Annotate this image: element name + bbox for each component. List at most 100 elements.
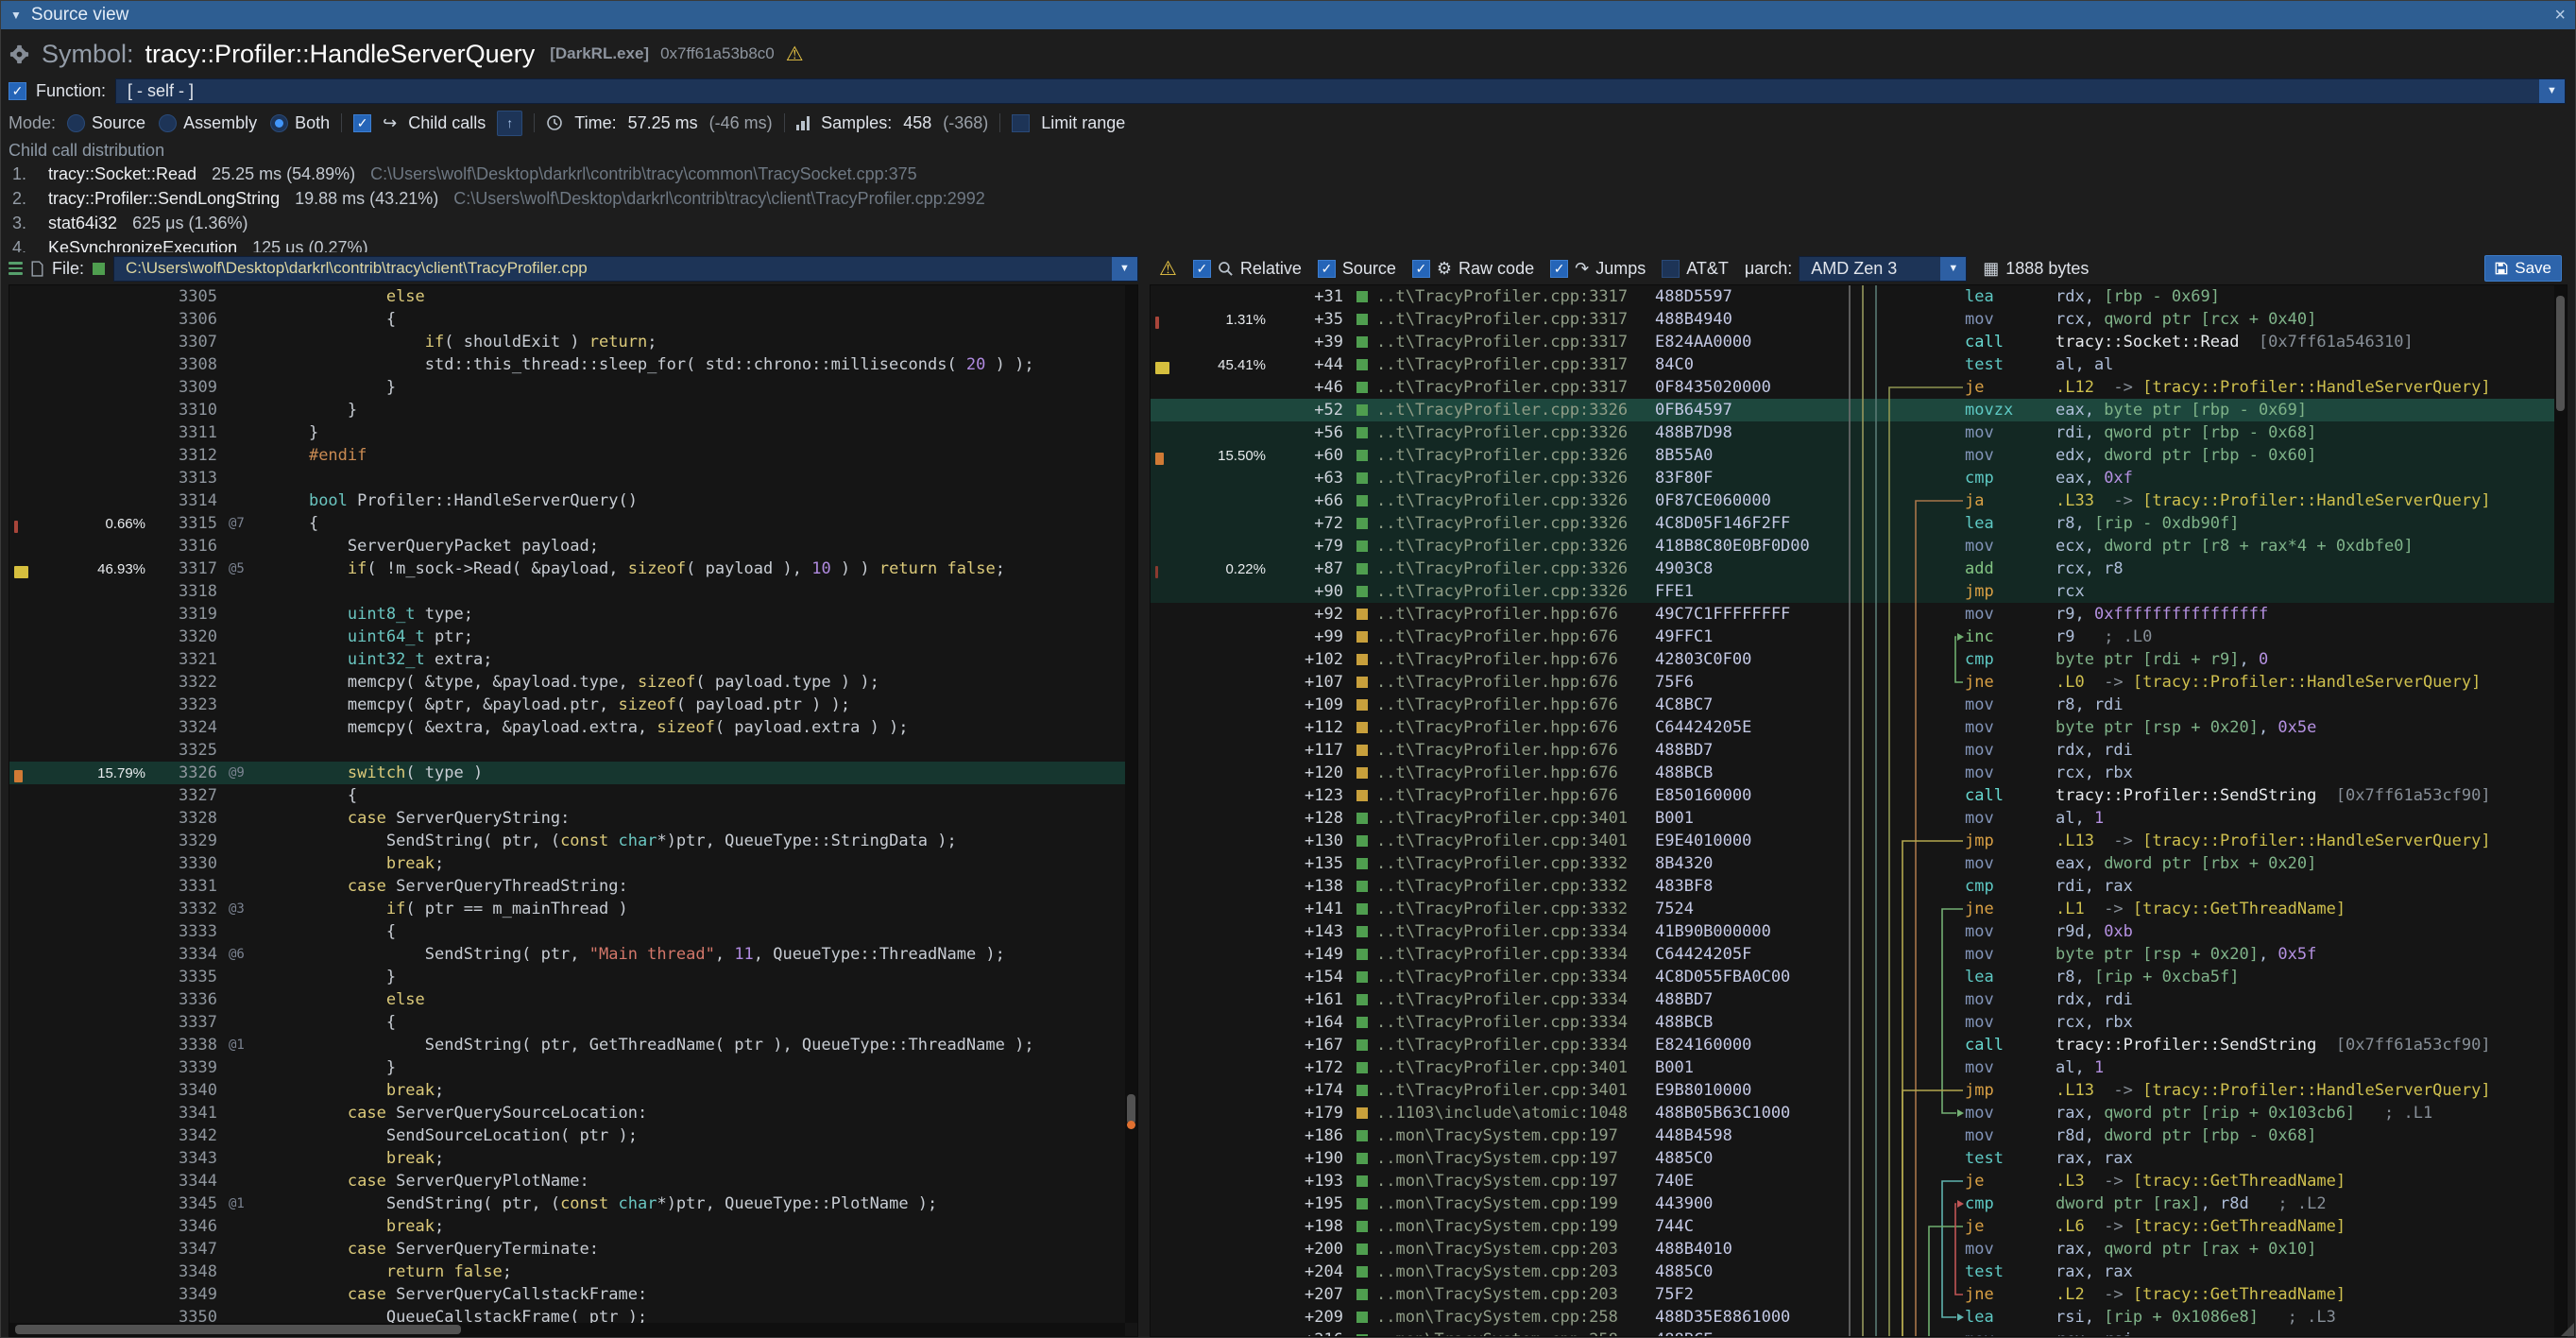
save-button[interactable]: Save — [2484, 255, 2562, 282]
source-line[interactable]: 3321 uint32_t extra; — [9, 648, 1125, 671]
source-line[interactable]: 3332@3 if( ptr == m_mainThread ) — [9, 898, 1125, 920]
asm-row[interactable]: +138..t\TracyProfiler.cpp:3332483BF8cmpr… — [1151, 875, 2554, 898]
source-location[interactable]: ..t\TracyProfiler.cpp:3326 — [1343, 401, 1655, 420]
asm-row[interactable]: +128..t\TracyProfiler.cpp:3401B001moval,… — [1151, 807, 2554, 830]
source-line[interactable]: 3328 case ServerQueryString: — [9, 807, 1125, 830]
asm-row[interactable]: +56..t\TracyProfiler.cpp:3326488B7D98mov… — [1151, 421, 2554, 444]
file-list-icon[interactable] — [9, 262, 23, 275]
source-location[interactable]: ..t\TracyProfiler.cpp:3326 — [1343, 491, 1655, 510]
collapse-icon[interactable]: ▼ — [10, 9, 22, 22]
asm-row[interactable]: +135..t\TracyProfiler.cpp:33328B4320move… — [1151, 852, 2554, 875]
asm-row[interactable]: +130..t\TracyProfiler.cpp:3401E9E4010000… — [1151, 830, 2554, 852]
source-location[interactable]: ..t\TracyProfiler.cpp:3326 — [1343, 469, 1655, 488]
asm-row[interactable]: +198..mon\TracySystem.cpp:199744Cje.L6 -… — [1151, 1215, 2554, 1238]
asm-row[interactable]: +167..t\TracyProfiler.cpp:3334E824160000… — [1151, 1034, 2554, 1056]
asm-row[interactable]: +204..mon\TracySystem.cpp:2034885C0testr… — [1151, 1261, 2554, 1283]
source-vertical-scrollbar[interactable] — [1125, 285, 1137, 1323]
source-location[interactable]: ..t\TracyProfiler.cpp:3401 — [1343, 832, 1655, 850]
file-dropdown[interactable]: C:\Users\wolf\Desktop\darkrl\contrib\tra… — [113, 256, 1138, 282]
source-location[interactable]: ..t\TracyProfiler.cpp:3334 — [1343, 1013, 1655, 1032]
asm-row[interactable]: 45.41%+44..t\TracyProfiler.cpp:331784C0t… — [1151, 353, 2554, 376]
child-call-entry[interactable]: 3.stat64i32625 μs (1.36%) — [9, 211, 2567, 235]
source-location[interactable]: ..mon\TracySystem.cpp:203 — [1343, 1285, 1655, 1304]
hot-line-marker[interactable] — [1127, 1121, 1135, 1129]
source-location[interactable]: ..t\TracyProfiler.cpp:3334 — [1343, 990, 1655, 1009]
source-line[interactable]: 3340 break; — [9, 1079, 1125, 1102]
radio-icon[interactable] — [270, 114, 288, 132]
source-line[interactable]: 3318 — [9, 580, 1125, 603]
asm-row[interactable]: +117..t\TracyProfiler.hpp:676488BD7movrd… — [1151, 739, 2554, 762]
source-line[interactable]: 3323 memcpy( &ptr, &payload.ptr, sizeof(… — [9, 694, 1125, 716]
source-line[interactable]: 3314 bool Profiler::HandleServerQuery() — [9, 489, 1125, 512]
source-location[interactable]: ..t\TracyProfiler.cpp:3401 — [1343, 1058, 1655, 1077]
source-line[interactable]: 3313 — [9, 467, 1125, 489]
source-line[interactable]: 3324 memcpy( &extra, &payload.extra, siz… — [9, 716, 1125, 739]
source-location[interactable]: ..mon\TracySystem.cpp:199 — [1343, 1194, 1655, 1213]
asm-row[interactable]: +102..t\TracyProfiler.hpp:67642803C0F00c… — [1151, 648, 2554, 671]
source-location[interactable]: ..mon\TracySystem.cpp:199 — [1343, 1217, 1655, 1236]
source-line[interactable]: 3335 } — [9, 966, 1125, 988]
asm-row[interactable]: +99..t\TracyProfiler.hpp:67649FFC1incr9 … — [1151, 626, 2554, 648]
asm-row[interactable]: +143..t\TracyProfiler.cpp:333441B90B0000… — [1151, 920, 2554, 943]
source-location[interactable]: ..t\TracyProfiler.hpp:676 — [1343, 718, 1655, 737]
source-line[interactable]: 3327 { — [9, 784, 1125, 807]
source-line[interactable]: 3341 case ServerQuerySourceLocation: — [9, 1102, 1125, 1124]
source-line[interactable]: 3349 case ServerQueryCallstackFrame: — [9, 1283, 1125, 1306]
source-location[interactable]: ..t\TracyProfiler.hpp:676 — [1343, 695, 1655, 714]
source-line[interactable]: 3344 case ServerQueryPlotName: — [9, 1170, 1125, 1192]
source-location[interactable]: ..t\TracyProfiler.cpp:3332 — [1343, 854, 1655, 873]
source-location[interactable]: ..t\TracyProfiler.cpp:3326 — [1343, 537, 1655, 556]
source-location[interactable]: ..1103\include\atomic:1048 — [1343, 1104, 1655, 1123]
source-checkbox[interactable]: ✓ — [1318, 260, 1336, 278]
source-location[interactable]: ..t\TracyProfiler.cpp:3332 — [1343, 877, 1655, 896]
uarch-dropdown[interactable]: AMD Zen 3 ▼ — [1799, 256, 1967, 282]
asm-row[interactable]: +154..t\TracyProfiler.cpp:33344C8D055FBA… — [1151, 966, 2554, 988]
source-line[interactable]: 3329 SendString( ptr, (const char*)ptr, … — [9, 830, 1125, 852]
source-location[interactable]: ..mon\TracySystem.cpp:258 — [1343, 1308, 1655, 1327]
source-line[interactable]: 3342 SendSourceLocation( ptr ); — [9, 1124, 1125, 1147]
source-line[interactable]: 3310 } — [9, 399, 1125, 421]
asm-row[interactable]: +112..t\TracyProfiler.hpp:676C64424205Em… — [1151, 716, 2554, 739]
source-line[interactable]: 15.79%3326@9 switch( type ) — [9, 762, 1125, 784]
att-checkbox[interactable] — [1662, 260, 1680, 278]
source-line[interactable]: 3348 return false; — [9, 1261, 1125, 1283]
source-line[interactable]: 3343 break; — [9, 1147, 1125, 1170]
titlebar[interactable]: ▼ Source view × — [1, 1, 2575, 29]
source-location[interactable]: ..mon\TracySystem.cpp:203 — [1343, 1262, 1655, 1281]
source-line[interactable]: 3316 ServerQueryPacket payload; — [9, 535, 1125, 558]
scrollbar-thumb[interactable] — [2556, 296, 2565, 411]
rawcode-checkbox[interactable]: ✓ — [1412, 260, 1430, 278]
source-location[interactable]: ..t\TracyProfiler.hpp:676 — [1343, 605, 1655, 624]
source-line[interactable]: 3319 uint8_t type; — [9, 603, 1125, 626]
source-line[interactable]: 3330 break; — [9, 852, 1125, 875]
source-line[interactable]: 3346 break; — [9, 1215, 1125, 1238]
asm-row[interactable]: +120..t\TracyProfiler.hpp:676488BCBmovrc… — [1151, 762, 2554, 784]
source-line[interactable]: 3308 std::this_thread::sleep_for( std::c… — [9, 353, 1125, 376]
assembly-vertical-scrollbar[interactable] — [2554, 285, 2567, 1336]
asm-row[interactable]: +174..t\TracyProfiler.cpp:3401E9B8010000… — [1151, 1079, 2554, 1102]
asm-row[interactable]: +31..t\TracyProfiler.cpp:3317488D5597lea… — [1151, 285, 2554, 308]
asm-row[interactable]: +179..1103\include\atomic:1048488B05B63C… — [1151, 1102, 2554, 1124]
radio-icon[interactable] — [67, 114, 85, 132]
source-location[interactable]: ..t\TracyProfiler.cpp:3334 — [1343, 922, 1655, 941]
child-call-entry[interactable]: 4.KeSynchronizeExecution125 μs (0.27%) — [9, 235, 2567, 252]
source-line[interactable]: 3322 memcpy( &type, &payload.type, sizeo… — [9, 671, 1125, 694]
source-location[interactable]: ..t\TracyProfiler.hpp:676 — [1343, 741, 1655, 760]
source-line[interactable]: 3338@1 SendString( ptr, GetThreadName( p… — [9, 1034, 1125, 1056]
source-line[interactable]: 3336 else — [9, 988, 1125, 1011]
asm-row[interactable]: +79..t\TracyProfiler.cpp:3326418B8C80E0B… — [1151, 535, 2554, 558]
asm-row[interactable]: +141..t\TracyProfiler.cpp:33327524jne.L1… — [1151, 898, 2554, 920]
asm-row[interactable]: +39..t\TracyProfiler.cpp:3317E824AA0000c… — [1151, 331, 2554, 353]
source-line[interactable]: 3339 } — [9, 1056, 1125, 1079]
scrollbar-thumb[interactable] — [15, 1325, 461, 1334]
source-location[interactable]: ..t\TracyProfiler.cpp:3401 — [1343, 1081, 1655, 1100]
asm-row[interactable]: +216..mon\TracySystem.cpp:258488BCEmovrc… — [1151, 1329, 2554, 1336]
function-dropdown[interactable]: [ - self - ] ▼ — [115, 78, 2566, 104]
asm-row[interactable]: +109..t\TracyProfiler.hpp:6764C8BC7movr8… — [1151, 694, 2554, 716]
arrow-up-button[interactable]: ↑ — [497, 111, 522, 136]
source-line[interactable]: 3347 case ServerQueryTerminate: — [9, 1238, 1125, 1261]
radio-icon[interactable] — [159, 114, 177, 132]
source-location[interactable]: ..t\TracyProfiler.hpp:676 — [1343, 650, 1655, 669]
source-location[interactable]: ..t\TracyProfiler.cpp:3317 — [1343, 287, 1655, 306]
source-line[interactable]: 3307 if( shouldExit ) return; — [9, 331, 1125, 353]
